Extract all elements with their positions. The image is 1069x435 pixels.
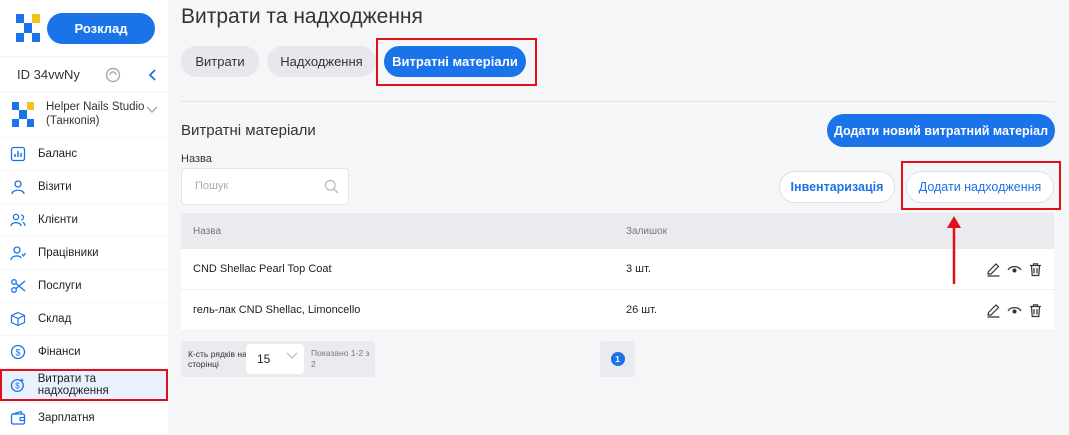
delete-icon[interactable] xyxy=(1028,303,1043,318)
view-icon[interactable] xyxy=(1007,262,1022,277)
account-id-row: ID 34vwNy xyxy=(0,58,168,91)
studio-name: Helper Nails Studio (Танкопія) xyxy=(46,101,145,127)
search-icon xyxy=(324,179,339,194)
sidebar: Розклад ID 34vwNy Helper Nails Studio (Т… xyxy=(0,0,168,435)
sidebar-item-label: Працівники xyxy=(38,247,99,259)
column-header-remaining: Залишок xyxy=(626,226,667,237)
delete-icon[interactable] xyxy=(1028,262,1043,277)
sidebar-item-label: Послуги xyxy=(38,280,82,292)
sidebar-item-label: Візити xyxy=(38,181,72,193)
page-button-current[interactable]: 1 xyxy=(610,352,625,366)
search-input[interactable]: Пошук xyxy=(181,168,349,205)
sidebar-item-warehouse[interactable]: Склад xyxy=(0,303,168,335)
row-actions xyxy=(986,262,1043,277)
cell-remaining: 3 шт. xyxy=(626,263,651,275)
sidebar-item-clients[interactable]: Клієнти xyxy=(0,204,168,236)
staff-icon xyxy=(10,246,26,261)
consumables-table: Назва Залишок CND Shellac Pearl Top Coat… xyxy=(181,213,1054,331)
main-content: Витрати та надходження Витрати Надходжен… xyxy=(168,0,1069,435)
sidebar-item-label: Фінанси xyxy=(38,346,81,358)
table-header: Назва Залишок xyxy=(181,213,1054,249)
inventory-button[interactable]: Інвентаризація xyxy=(779,171,895,203)
schedule-button[interactable]: Розклад xyxy=(47,13,155,44)
tab-income[interactable]: Надходження xyxy=(267,46,376,77)
cell-name: CND Shellac Pearl Top Coat xyxy=(193,263,332,275)
sidebar-item-expenses-income[interactable]: $ Витрати та надходження xyxy=(0,369,168,401)
sidebar-item-salary[interactable]: Зарплатня xyxy=(0,402,168,434)
svg-text:$: $ xyxy=(15,382,20,391)
highlight-box xyxy=(901,161,1061,210)
sidebar-header: Розклад xyxy=(0,0,168,56)
rows-per-page-label: К-сть рядків на сторінці xyxy=(188,349,247,369)
shown-range-text: Показано 1-2 з 2 xyxy=(311,348,370,369)
table-row: CND Shellac Pearl Top Coat 3 шт. xyxy=(181,249,1054,290)
studio-selector[interactable]: Helper Nails Studio (Танкопія) xyxy=(0,93,168,137)
sidebar-item-label: Баланс xyxy=(38,148,78,160)
highlight-box xyxy=(376,38,537,86)
sidebar-item-label: Витрати та надходження xyxy=(37,373,109,397)
coin-icon: $ xyxy=(10,378,24,393)
pagination: 1 xyxy=(600,341,635,377)
rows-per-page-select[interactable]: 15 xyxy=(246,344,304,374)
sidebar-item-label: Клієнти xyxy=(38,214,78,226)
table-row: гель-лак CND Shellac, Limoncello 26 шт. xyxy=(181,290,1054,331)
person-icon xyxy=(11,180,25,195)
app-logo-icon xyxy=(16,14,40,42)
people-icon xyxy=(10,213,26,227)
sidebar-item-finance[interactable]: $ Фінанси xyxy=(0,336,168,368)
sidebar-item-balance[interactable]: Баланс xyxy=(0,138,168,170)
section-title: Витратні матеріали xyxy=(181,122,316,139)
add-consumable-button[interactable]: Додати новий витратний матеріал xyxy=(827,114,1055,147)
sidebar-nav: Баланс Візити Клієнти Працівники Послуги… xyxy=(0,138,168,435)
chevron-left-icon xyxy=(148,68,156,81)
rows-per-page-control: К-сть рядків на сторінці 15 Показано 1-2… xyxy=(181,341,375,377)
copy-icon[interactable] xyxy=(104,66,122,84)
svg-text:$: $ xyxy=(15,348,20,358)
edit-icon[interactable] xyxy=(986,303,1001,318)
scissors-icon xyxy=(11,279,26,293)
search-placeholder: Пошук xyxy=(195,180,229,192)
sidebar-item-staff[interactable]: Працівники xyxy=(0,237,168,269)
view-icon[interactable] xyxy=(1007,303,1022,318)
sidebar-item-label: Зарплатня xyxy=(38,412,95,424)
collapse-sidebar-button[interactable] xyxy=(140,58,166,91)
row-actions xyxy=(986,303,1043,318)
sidebar-item-services[interactable]: Послуги xyxy=(0,270,168,302)
dollar-icon: $ xyxy=(10,344,26,360)
divider xyxy=(181,101,1054,102)
name-filter-label: Назва xyxy=(181,153,212,165)
page-title: Витрати та надходження xyxy=(181,5,423,28)
cell-remaining: 26 шт. xyxy=(626,304,657,316)
edit-icon[interactable] xyxy=(986,262,1001,277)
account-id: ID 34vwNy xyxy=(17,67,80,82)
chart-icon xyxy=(10,146,26,162)
cell-name: гель-лак CND Shellac, Limoncello xyxy=(193,304,361,316)
rows-per-page-value: 15 xyxy=(257,352,271,366)
studio-logo-icon xyxy=(12,102,34,127)
wallet-icon xyxy=(10,410,26,425)
column-header-name: Назва xyxy=(193,226,222,237)
box-icon xyxy=(10,311,26,327)
sidebar-item-visits[interactable]: Візити xyxy=(0,171,168,203)
tab-expenses[interactable]: Витрати xyxy=(181,46,259,77)
chevron-down-icon xyxy=(146,106,158,114)
sidebar-item-label: Склад xyxy=(38,313,72,325)
annotation-arrow-icon xyxy=(947,216,961,284)
chevron-down-icon xyxy=(286,352,298,359)
